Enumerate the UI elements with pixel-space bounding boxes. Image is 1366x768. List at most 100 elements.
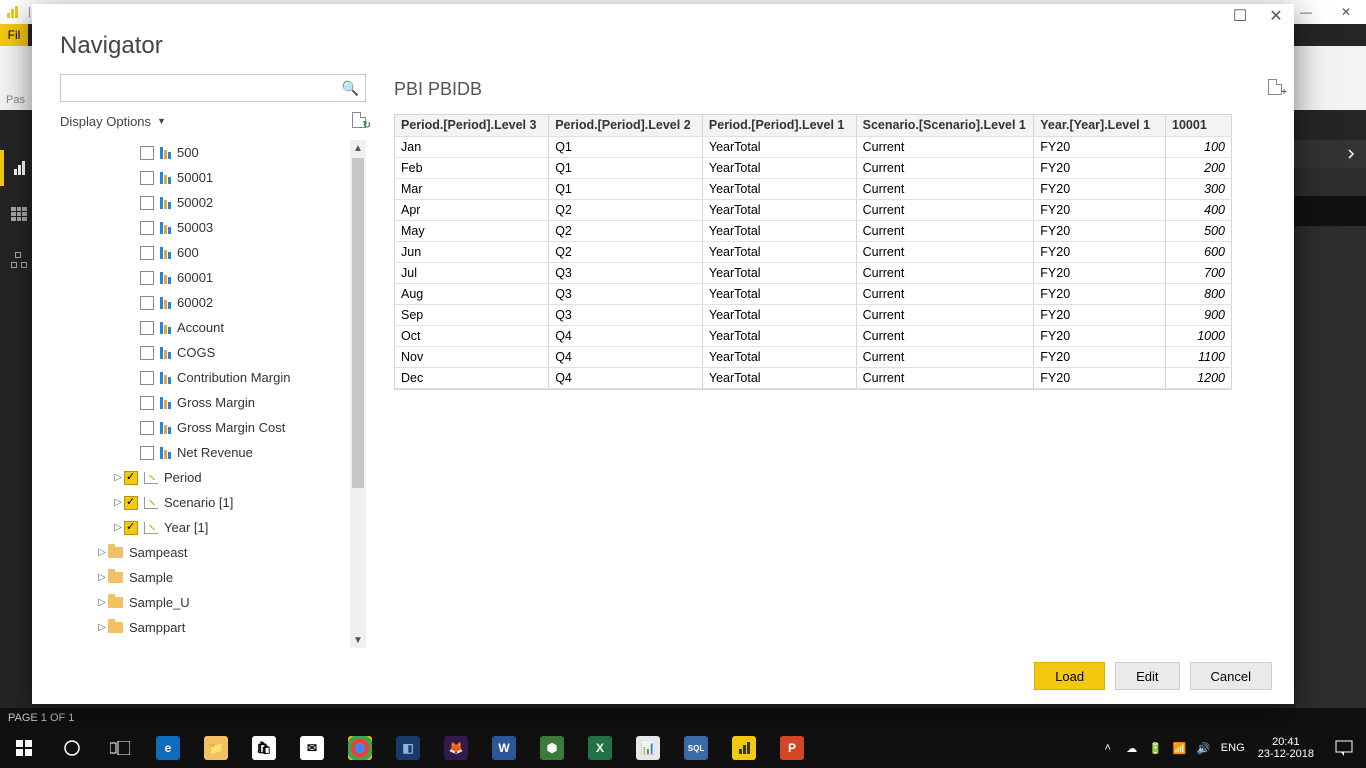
- table-row[interactable]: MarQ1YearTotalCurrentFY20300: [395, 178, 1232, 199]
- tree-checkbox[interactable]: [140, 171, 154, 185]
- search-input[interactable]: [67, 81, 342, 96]
- tree-item[interactable]: ▷Sample: [60, 565, 366, 590]
- taskbar-app-powerpoint[interactable]: P: [768, 728, 816, 768]
- column-header[interactable]: Period.[Period].Level 1: [702, 115, 856, 136]
- report-view-icon[interactable]: [7, 156, 31, 180]
- taskbar-app-sql[interactable]: SQL: [672, 728, 720, 768]
- table-row[interactable]: JulQ3YearTotalCurrentFY20700: [395, 262, 1232, 283]
- tree-item[interactable]: Gross Margin: [60, 390, 366, 415]
- tree-item[interactable]: 600: [60, 240, 366, 265]
- taskbar-app-powerbi[interactable]: [720, 728, 768, 768]
- dialog-close-button[interactable]: ✕: [1258, 6, 1294, 26]
- taskbar-app-excel[interactable]: X: [576, 728, 624, 768]
- tree-item[interactable]: 50001: [60, 165, 366, 190]
- column-header[interactable]: Period.[Period].Level 3: [395, 115, 549, 136]
- close-button[interactable]: ✕: [1326, 0, 1366, 24]
- tray-onedrive-icon[interactable]: ☁: [1120, 742, 1144, 755]
- right-panel-collapse[interactable]: [1294, 140, 1366, 168]
- taskbar-app-chrome[interactable]: [336, 728, 384, 768]
- tree-scrollbar[interactable]: ▲ ▼: [350, 140, 366, 648]
- tree-item[interactable]: Gross Margin Cost: [60, 415, 366, 440]
- tree-checkbox[interactable]: [140, 371, 154, 385]
- taskbar-clock[interactable]: 20:41 23-12-2018: [1250, 736, 1322, 760]
- table-row[interactable]: JunQ2YearTotalCurrentFY20600: [395, 241, 1232, 262]
- scroll-up-icon[interactable]: ▲: [350, 140, 366, 156]
- cancel-button[interactable]: Cancel: [1190, 662, 1272, 690]
- search-box[interactable]: 🔍: [60, 74, 366, 102]
- table-row[interactable]: DecQ4YearTotalCurrentFY201200: [395, 367, 1232, 388]
- table-row[interactable]: JanQ1YearTotalCurrentFY20100: [395, 136, 1232, 157]
- tree-item[interactable]: 50002: [60, 190, 366, 215]
- tree-checkbox[interactable]: [140, 271, 154, 285]
- table-row[interactable]: AugQ3YearTotalCurrentFY20800: [395, 283, 1232, 304]
- tree-checkbox[interactable]: [140, 346, 154, 360]
- tree-checkbox[interactable]: [140, 321, 154, 335]
- taskbar-app-explorer[interactable]: 📁: [192, 728, 240, 768]
- taskbar-app-firefox[interactable]: 🦊: [432, 728, 480, 768]
- taskbar-app-word[interactable]: W: [480, 728, 528, 768]
- tray-language[interactable]: ENG: [1216, 742, 1250, 754]
- table-row[interactable]: SepQ3YearTotalCurrentFY20900: [395, 304, 1232, 325]
- file-tab[interactable]: Fil: [0, 24, 28, 46]
- tree-item[interactable]: ▷Samppart: [60, 615, 366, 640]
- edit-button[interactable]: Edit: [1115, 662, 1179, 690]
- cortana-button[interactable]: [48, 728, 96, 768]
- refresh-tree-icon[interactable]: ↻: [352, 112, 366, 131]
- tree-item[interactable]: 50003: [60, 215, 366, 240]
- tree-item[interactable]: ▷Scenario [1]: [60, 490, 366, 515]
- data-view-icon[interactable]: [7, 202, 31, 226]
- tree-item[interactable]: ▷Period: [60, 465, 366, 490]
- tray-volume-icon[interactable]: 🔊: [1192, 742, 1216, 755]
- tree-checkbox[interactable]: [140, 396, 154, 410]
- taskbar-app-mail[interactable]: ✉: [288, 728, 336, 768]
- task-view-button[interactable]: [96, 728, 144, 768]
- table-row[interactable]: FebQ1YearTotalCurrentFY20200: [395, 157, 1232, 178]
- tree-checkbox[interactable]: [124, 471, 138, 485]
- tree-checkbox[interactable]: [140, 296, 154, 310]
- taskbar-app-store[interactable]: 🛍: [240, 728, 288, 768]
- scroll-down-icon[interactable]: ▼: [350, 632, 366, 648]
- tray-battery-icon[interactable]: 🔋: [1144, 742, 1168, 755]
- preview-refresh-icon[interactable]: +: [1268, 79, 1282, 100]
- tray-chevron-icon[interactable]: ˄: [1096, 742, 1120, 754]
- table-row[interactable]: NovQ4YearTotalCurrentFY201100: [395, 346, 1232, 367]
- tree-item[interactable]: ▷Sample_U: [60, 590, 366, 615]
- taskbar-app-virtualbox[interactable]: ◧: [384, 728, 432, 768]
- tree-checkbox[interactable]: [140, 196, 154, 210]
- tree-item[interactable]: ▷Sampeast: [60, 540, 366, 565]
- tree-checkbox[interactable]: [124, 496, 138, 510]
- tree-item[interactable]: Net Revenue: [60, 440, 366, 465]
- dialog-maximize-button[interactable]: ☐: [1222, 6, 1258, 26]
- display-options-dropdown[interactable]: Display Options ▼: [60, 114, 166, 129]
- model-view-icon[interactable]: [7, 248, 31, 272]
- tree-checkbox[interactable]: [124, 521, 138, 535]
- column-header[interactable]: 10001: [1166, 115, 1232, 136]
- tree-item[interactable]: COGS: [60, 340, 366, 365]
- table-row[interactable]: MayQ2YearTotalCurrentFY20500: [395, 220, 1232, 241]
- table-row[interactable]: OctQ4YearTotalCurrentFY201000: [395, 325, 1232, 346]
- table-row[interactable]: AprQ2YearTotalCurrentFY20400: [395, 199, 1232, 220]
- taskbar-app-generic2[interactable]: 📊: [624, 728, 672, 768]
- taskbar-app-edge[interactable]: e: [144, 728, 192, 768]
- column-header[interactable]: Period.[Period].Level 2: [549, 115, 703, 136]
- tree-item[interactable]: ▷Year [1]: [60, 515, 366, 540]
- tree-item[interactable]: Account: [60, 315, 366, 340]
- search-icon[interactable]: 🔍: [342, 80, 359, 97]
- tree-checkbox[interactable]: [140, 421, 154, 435]
- taskbar-app-generic1[interactable]: ⬢: [528, 728, 576, 768]
- tree-item[interactable]: 60001: [60, 265, 366, 290]
- column-header[interactable]: Year.[Year].Level 1: [1034, 115, 1166, 136]
- tree-item[interactable]: 500: [60, 140, 366, 165]
- tree-checkbox[interactable]: [140, 221, 154, 235]
- tree-checkbox[interactable]: [140, 246, 154, 260]
- action-center-button[interactable]: [1322, 739, 1366, 757]
- load-button[interactable]: Load: [1034, 662, 1105, 690]
- tree-item[interactable]: 60002: [60, 290, 366, 315]
- tray-wifi-icon[interactable]: 📶: [1168, 742, 1192, 755]
- start-button[interactable]: [0, 728, 48, 768]
- tree-checkbox[interactable]: [140, 146, 154, 160]
- tree-checkbox[interactable]: [140, 446, 154, 460]
- column-header[interactable]: Scenario.[Scenario].Level 1: [856, 115, 1034, 136]
- tree-item[interactable]: Contribution Margin: [60, 365, 366, 390]
- scrollbar-thumb[interactable]: [352, 158, 364, 488]
